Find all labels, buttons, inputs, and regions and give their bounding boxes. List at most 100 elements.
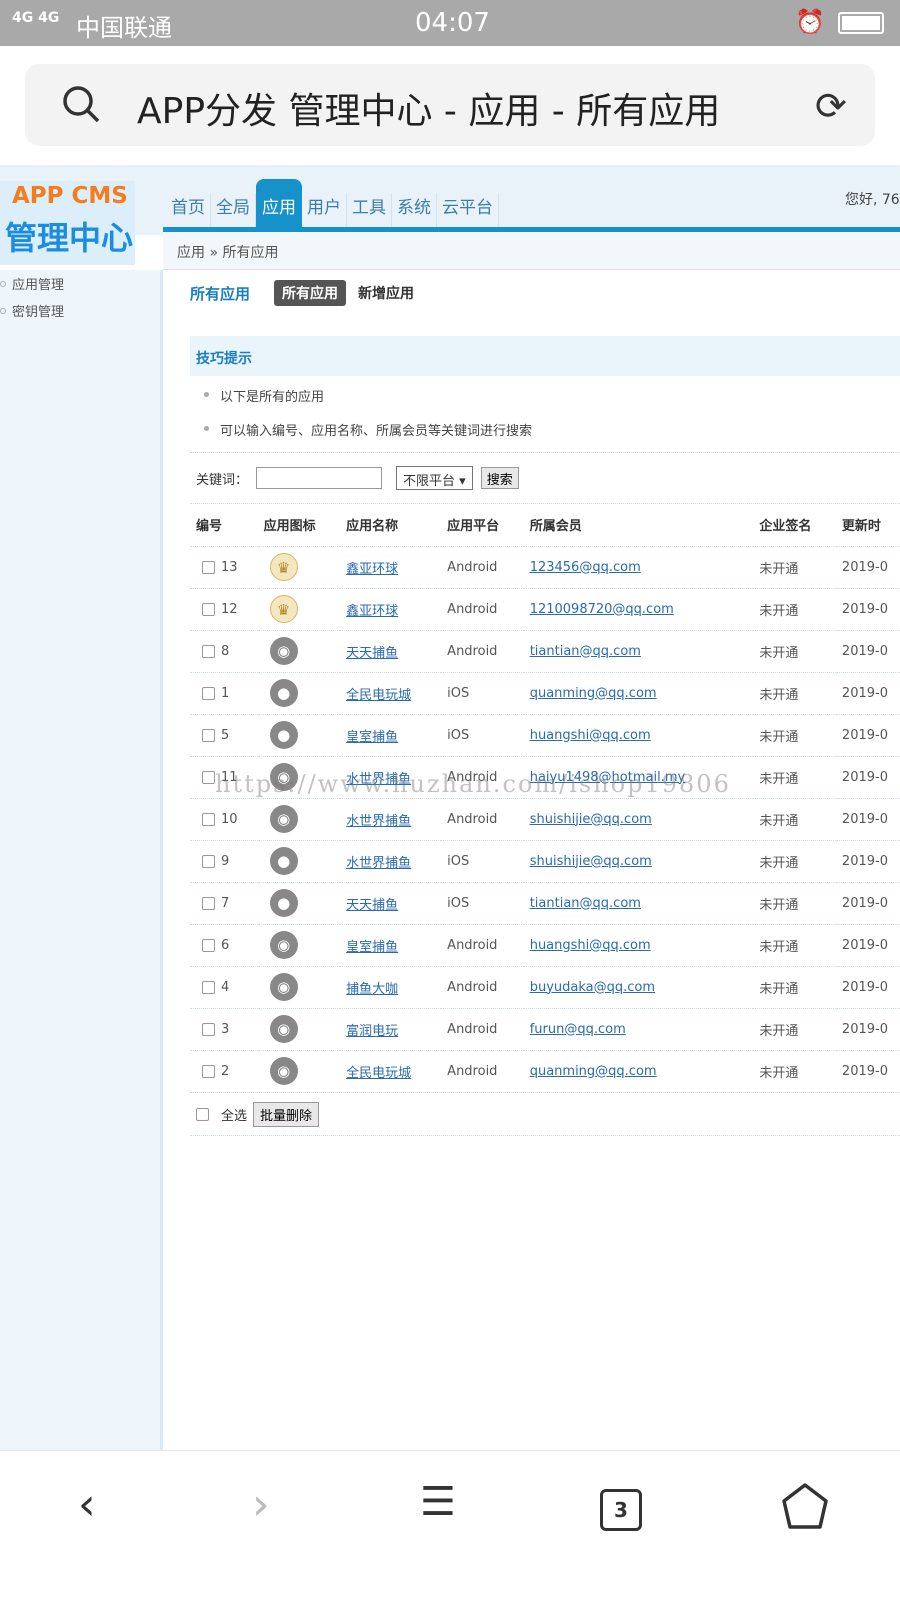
batch-delete-button[interactable]: 批量删除 bbox=[253, 1101, 320, 1127]
reload-icon[interactable]: ⟳ bbox=[815, 84, 847, 128]
enterprise-sign: 未开通 bbox=[753, 1049, 836, 1092]
tab-add-app[interactable]: 新增应用 bbox=[358, 283, 414, 303]
clock: 04:07 bbox=[415, 8, 490, 38]
nav-apps[interactable]: 应用 bbox=[256, 179, 302, 228]
table-row: 2 ◉ 全民电玩城 Android quanming@qq.com 未开通 20… bbox=[190, 1049, 900, 1092]
menu-icon[interactable]: ☰ bbox=[420, 1479, 456, 1525]
app-name-link[interactable]: 水世界捕鱼 bbox=[346, 772, 411, 787]
apple-icon: ● bbox=[269, 679, 298, 707]
logo[interactable]: APP CMS 管理中心 bbox=[0, 181, 135, 265]
column-header: 更新时 bbox=[841, 519, 881, 535]
update-time: 2019-0 bbox=[835, 881, 900, 924]
app-name-link[interactable]: 天天捕鱼 bbox=[346, 898, 398, 913]
select-all-checkbox[interactable] bbox=[196, 1107, 209, 1121]
enterprise-sign: 未开通 bbox=[753, 755, 836, 798]
tabs-button[interactable]: 3 bbox=[600, 1489, 642, 1531]
app-platform: iOS bbox=[441, 671, 524, 714]
member-link[interactable]: tiantian@qq.com bbox=[530, 896, 641, 911]
select-all-label: 全选 bbox=[221, 1108, 248, 1124]
row-checkbox[interactable] bbox=[202, 812, 215, 826]
enterprise-sign: 未开通 bbox=[753, 881, 836, 924]
alarm-icon: ⏰ bbox=[795, 8, 825, 36]
table-row: 10 ◉ 水世界捕鱼 Android shuishijie@qq.com 未开通… bbox=[190, 797, 900, 840]
row-checkbox[interactable] bbox=[202, 938, 215, 952]
app-name-link[interactable]: 全民电玩城 bbox=[346, 1066, 411, 1081]
apple-icon: ● bbox=[269, 889, 298, 917]
nav-cloud[interactable]: 云平台 bbox=[437, 193, 499, 228]
home-icon[interactable] bbox=[780, 1481, 830, 1542]
member-link[interactable]: buyudaka@qq.com bbox=[530, 980, 655, 995]
search-button[interactable]: 搜索 bbox=[480, 467, 519, 489]
table-row: 11 ◉ 水世界捕鱼 Android haiyu1498@hotmail.my … bbox=[190, 755, 900, 798]
sidebar-item-app-management[interactable]: 应用管理 bbox=[0, 270, 160, 297]
address-bar[interactable]: APP分发 管理中心 - 应用 - 所有应用 ⟳ bbox=[25, 64, 875, 146]
sidebar-item-key-management[interactable]: 密钥管理 bbox=[0, 297, 160, 324]
tips-header: 技巧提示 bbox=[190, 336, 900, 376]
row-checkbox[interactable] bbox=[202, 686, 215, 700]
keyword-input[interactable] bbox=[256, 467, 383, 489]
row-checkbox[interactable] bbox=[202, 980, 215, 994]
row-checkbox[interactable] bbox=[202, 602, 215, 616]
android-icon: ◉ bbox=[269, 1015, 298, 1043]
update-time: 2019-0 bbox=[835, 587, 900, 630]
app-name-link[interactable]: 全民电玩城 bbox=[346, 688, 411, 703]
nav-users[interactable]: 用户 bbox=[302, 193, 347, 228]
search-icon[interactable] bbox=[61, 84, 101, 124]
member-link[interactable]: huangshi@qq.com bbox=[530, 938, 651, 953]
row-checkbox[interactable] bbox=[202, 1064, 215, 1078]
enterprise-sign: 未开通 bbox=[753, 671, 836, 714]
update-time: 2019-0 bbox=[835, 671, 900, 714]
member-link[interactable]: tiantian@qq.com bbox=[530, 644, 641, 659]
android-icon: ◉ bbox=[269, 805, 298, 833]
app-name-link[interactable]: 水世界捕鱼 bbox=[346, 814, 411, 829]
nav-tools[interactable]: 工具 bbox=[347, 193, 392, 228]
nav-home[interactable]: 首页 bbox=[166, 193, 211, 228]
update-time: 2019-0 bbox=[835, 755, 900, 798]
app-id: 7 bbox=[221, 895, 230, 911]
table-row: 3 ◉ 富润电玩 Android furun@qq.com 未开通 2019-0 bbox=[190, 1007, 900, 1050]
nav-global[interactable]: 全局 bbox=[211, 193, 256, 228]
android-icon: ◉ bbox=[269, 637, 298, 665]
app-platform: iOS bbox=[441, 713, 524, 756]
member-link[interactable]: haiyu1498@hotmail.my bbox=[530, 770, 685, 785]
member-link[interactable]: huangshi@qq.com bbox=[530, 728, 651, 743]
row-checkbox[interactable] bbox=[202, 560, 215, 574]
app-name-link[interactable]: 天天捕鱼 bbox=[346, 646, 398, 661]
apps-table: 编号 应用图标 应用名称 应用平台 所属会员 企业签名 更新时 13 ♛ 鑫亚环球 Andr… bbox=[190, 504, 900, 1092]
table-row: 5 ● 皇室捕鱼 iOS huangshi@qq.com 未开通 2019-0 bbox=[190, 713, 900, 756]
forward-icon[interactable]: › bbox=[252, 1479, 270, 1530]
member-link[interactable]: 1210098720@qq.com bbox=[530, 602, 674, 617]
app-id: 2 bbox=[221, 1063, 230, 1079]
web-page: APP CMS 管理中心 首页 全局 应用 用户 工具 系统 云平台 您好, 7… bbox=[0, 165, 900, 1450]
member-link[interactable]: furun@qq.com bbox=[530, 1022, 626, 1037]
app-name-link[interactable]: 水世界捕鱼 bbox=[346, 856, 411, 871]
member-link[interactable]: shuishijie@qq.com bbox=[530, 812, 652, 827]
row-checkbox[interactable] bbox=[202, 854, 215, 868]
app-platform: Android bbox=[441, 965, 524, 1008]
back-icon[interactable]: ‹ bbox=[78, 1479, 96, 1530]
row-checkbox[interactable] bbox=[202, 1022, 215, 1036]
nav-system[interactable]: 系统 bbox=[392, 193, 437, 228]
row-checkbox[interactable] bbox=[202, 644, 215, 658]
app-name-link[interactable]: 皇室捕鱼 bbox=[346, 940, 398, 955]
app-name-link[interactable]: 鑫亚环球 bbox=[346, 562, 398, 577]
app-id: 4 bbox=[221, 979, 230, 995]
app-name-link[interactable]: 富润电玩 bbox=[346, 1024, 398, 1039]
tab-all-apps[interactable]: 所有应用 bbox=[274, 280, 347, 306]
column-header: 应用平台 bbox=[447, 519, 500, 535]
app-platform: Android bbox=[441, 629, 524, 672]
member-link[interactable]: shuishijie@qq.com bbox=[530, 854, 652, 869]
row-checkbox[interactable] bbox=[202, 896, 215, 910]
app-name-link[interactable]: 鑫亚环球 bbox=[346, 604, 398, 619]
row-checkbox[interactable] bbox=[202, 770, 215, 784]
member-link[interactable]: quanming@qq.com bbox=[530, 1064, 657, 1079]
row-checkbox[interactable] bbox=[202, 728, 215, 742]
member-link[interactable]: 123456@qq.com bbox=[530, 560, 641, 575]
member-link[interactable]: quanming@qq.com bbox=[530, 686, 657, 701]
tip-item: 可以输入编号、应用名称、所属会员等关键词进行搜索 bbox=[190, 410, 900, 444]
app-name-link[interactable]: 捕鱼大咖 bbox=[346, 982, 398, 997]
platform-select[interactable]: 不限平台 ▾ bbox=[396, 466, 473, 490]
enterprise-sign: 未开通 bbox=[753, 629, 836, 672]
app-name-link[interactable]: 皇室捕鱼 bbox=[346, 730, 398, 745]
android-icon: ◉ bbox=[269, 973, 298, 1001]
